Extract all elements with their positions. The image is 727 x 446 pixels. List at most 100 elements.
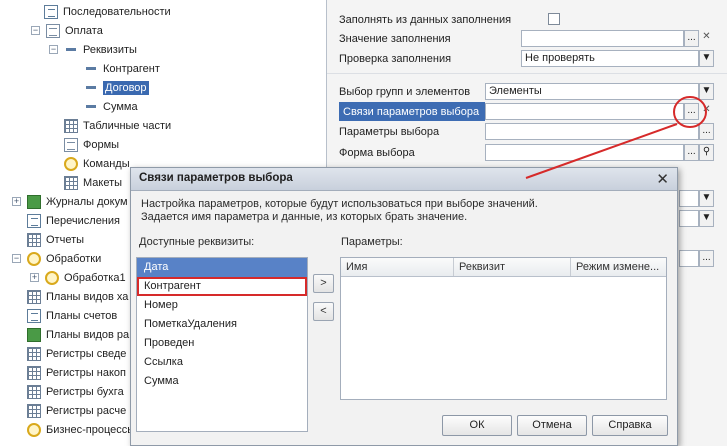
processing-icon [45,270,59,285]
ellipsis-button[interactable]: ... [699,250,714,267]
tree-item-accounting-registers[interactable]: Регистры бухга [27,382,124,401]
list-item-number[interactable]: Номер [137,296,307,315]
tree-item-label: Перечисления [46,214,120,227]
register-icon [27,403,41,418]
clear-icon[interactable]: ✕ [699,103,714,120]
collapse-toggle[interactable]: − [49,45,58,54]
tree-item-reports[interactable]: Отчеты [27,230,84,249]
tree-item-label: Регистры сведе [46,347,127,360]
chevron-down-icon[interactable]: ▼ [699,50,714,67]
list-item-date[interactable]: Дата [137,258,307,277]
tree-item-calculation-registers[interactable]: Регистры расче [27,401,126,420]
tree-item-label: Планы видов ха [46,290,129,303]
close-icon[interactable]: ✕ [656,170,669,188]
tree-item-label: Обработка1 [64,271,126,284]
choice-form-field[interactable] [485,144,684,161]
fill-from-data-checkbox[interactable] [548,13,560,25]
expand-toggle[interactable]: + [12,197,21,206]
tree-item-chart-of-accounts[interactable]: Планы счетов [27,306,117,325]
tree-item-label: Макеты [83,176,123,189]
tree-item-label: Оплата [65,24,103,37]
list-item-sum[interactable]: Сумма [137,372,307,391]
tree-item-accumulation-registers[interactable]: Регистры накоп [27,363,126,382]
tree-item-forms[interactable]: Формы [64,135,119,154]
tree-item-attributes[interactable]: Реквизиты [64,40,137,59]
list-item-counterparty[interactable]: Контрагент [137,277,307,296]
ellipsis-button[interactable]: ... [684,144,699,161]
ellipsis-button[interactable]: ... [699,123,714,140]
tree-item-journals[interactable]: Журналы докум [27,192,128,211]
fill-check-select[interactable]: Не проверять [521,50,699,67]
tree-item-label: Реквизиты [83,43,137,56]
attribute-icon [86,105,96,108]
list-item-deletion-mark[interactable]: ПометкаУдаления [137,315,307,334]
prop-fill-from-data: Заполнять из данных заполнения [339,10,719,29]
ellipsis-button[interactable]: ... [684,30,699,47]
hidden-field[interactable] [679,190,699,207]
tree-item-sum[interactable]: Сумма [84,97,138,116]
enum-icon [27,213,41,228]
ellipsis-button[interactable]: ... [684,103,699,120]
tree-item-chart-of-calculation-types[interactable]: Планы видов ра [27,325,129,344]
register-icon [27,365,41,380]
calculation-types-icon [27,327,41,342]
command-icon [64,156,78,171]
hidden-field[interactable] [679,210,699,227]
tree-item-sequences[interactable]: Последовательности [44,2,171,21]
tree-item-label: Договор [103,80,149,95]
tree-item-label: Формы [83,138,120,151]
hidden-field[interactable] [679,250,699,267]
chevron-down-icon[interactable]: ▼ [699,190,714,207]
attribute-icon [86,67,96,70]
tree-item-payment[interactable]: Оплата [46,21,103,40]
tree-item-contract[interactable]: Договор [84,78,149,97]
tree-item-label: Бизнес-процессы [46,423,136,436]
tree-item-processing[interactable]: Обработки [27,249,101,268]
tree-item-label: Сумма [103,100,138,113]
collapse-toggle[interactable]: − [31,26,40,35]
expand-toggle[interactable]: + [30,273,39,282]
prop-label: Связи параметров выбора [343,105,480,118]
add-parameter-button[interactable]: > [313,274,334,293]
tree-item-label: Последовательности [63,5,171,18]
dialog-description: Задается имя параметра и данные, из кото… [141,211,468,223]
parameters-table[interactable]: Имя Реквизит Режим измене... [340,257,667,400]
divider [327,73,727,74]
chevron-down-icon[interactable]: ▼ [699,83,714,100]
prop-links-row[interactable]: Связи параметров выбора [339,102,485,121]
cancel-button[interactable]: Отмена [517,415,587,436]
column-header-name[interactable]: Имя [341,258,454,276]
column-header-attribute[interactable]: Реквизит [454,258,571,276]
clear-icon[interactable]: ✕ [699,30,714,47]
links-field[interactable] [485,103,684,120]
remove-parameter-button[interactable]: < [313,302,334,321]
prop-label: Выбор групп и элементов [339,85,471,98]
choice-params-field[interactable] [485,123,699,140]
list-item-posted[interactable]: Проведен [137,334,307,353]
collapse-toggle[interactable]: − [12,254,21,263]
tree-item-counterparty[interactable]: Контрагент [84,59,160,78]
chevron-down-icon[interactable]: ▼ [699,210,714,227]
tree-item-enums[interactable]: Перечисления [27,211,120,230]
tree-item-chart-of-characteristic-types[interactable]: Планы видов ха [27,287,128,306]
search-icon[interactable]: ⚲ [699,144,714,161]
sequences-icon [44,4,58,19]
prop-label: Форма выбора [339,146,415,159]
tree-item-label: Отчеты [46,233,85,246]
list-item-ref[interactable]: Ссылка [137,353,307,372]
select-groups-select[interactable]: Элементы [485,83,699,100]
help-button[interactable]: Справка [592,415,668,436]
tree-item-templates[interactable]: Макеты [64,173,122,192]
tree-item-processing1[interactable]: Обработка1 [45,268,126,287]
available-attributes-list[interactable]: Дата Контрагент Номер ПометкаУдаления Пр… [136,257,308,432]
fill-value-field[interactable] [521,30,684,47]
attribute-icon [86,86,96,89]
business-process-icon [27,422,41,437]
tree-item-label: Обработки [46,252,102,265]
tree-item-business-processes[interactable]: Бизнес-процессы [27,420,135,439]
ok-button[interactable]: ОК [442,415,512,436]
column-header-change-mode[interactable]: Режим измене... [571,258,666,276]
tree-item-tabular-sections[interactable]: Табличные части [64,116,171,135]
tree-item-info-registers[interactable]: Регистры сведе [27,344,126,363]
tree-item-commands[interactable]: Команды [64,154,130,173]
